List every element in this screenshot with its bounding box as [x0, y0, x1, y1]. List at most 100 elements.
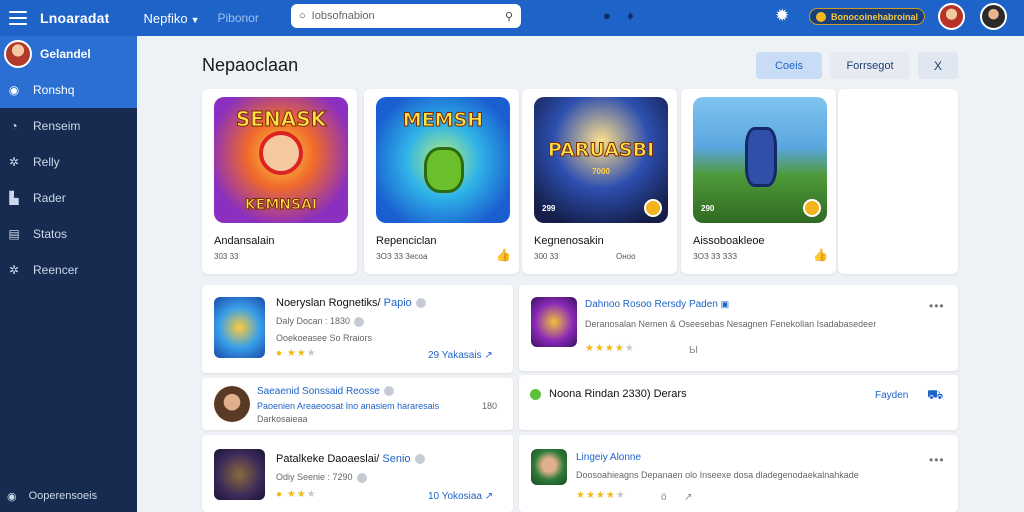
feed-count-link[interactable]: 29 Yakasais ↗	[428, 350, 493, 361]
gear-icon[interactable]: ✹	[775, 6, 789, 26]
menu-icon[interactable]	[9, 11, 27, 25]
game-title: Repenciclan	[376, 235, 437, 247]
search-input[interactable]	[311, 10, 505, 22]
feed-count-link[interactable]: 10 Yokosiaa ↗	[428, 491, 493, 502]
feed-title[interactable]: Dahnoo Rosoo Rersdy Paden ▣	[585, 299, 729, 310]
feed-subtitle-2: Darkosaieaa	[257, 414, 308, 424]
sidebar-item-label: Renseim	[33, 119, 81, 133]
search-icon: ○	[299, 10, 306, 22]
game-logo-text: MEMSH	[402, 109, 484, 132]
user-avatar	[4, 40, 32, 68]
sidebar-item-statos[interactable]: ▤ Statos	[0, 216, 137, 252]
coin-icon	[644, 199, 662, 217]
sidebar-item-reencer[interactable]: ✲ Reencer	[0, 252, 137, 288]
feed-title[interactable]: Lingeiy Alonne	[576, 452, 641, 463]
sidebar-item-renseim[interactable]: ◔ Renseim	[0, 108, 137, 144]
nav-dropdown[interactable]: Nepfiko ▼	[143, 11, 199, 26]
feed-thumbnail	[214, 449, 265, 500]
game-card[interactable]: PARUASBI 7000 299 Kegnenosakin 300 33 Он…	[522, 89, 677, 274]
nav-link[interactable]: Pibonor	[217, 11, 258, 25]
feed-card[interactable]: Patalkeke Daoaeslai/ Senio Odiy Seenie :…	[202, 435, 513, 512]
cart-icon[interactable]: ⛟	[927, 387, 943, 405]
sidebar: Gelandel ◉ Ronshq ◔ Renseim ✲ Relly ▙ Ra…	[0, 36, 137, 512]
game-cover-image: PARUASBI 7000 299	[534, 97, 668, 223]
feed-title[interactable]: Patalkeke Daoaeslai/ Senio	[276, 453, 425, 465]
game-meta: ЗОЗ 33 Зесоа	[376, 252, 428, 261]
link-icon: ▣	[720, 299, 730, 309]
sidebar-item-label: Ronshq	[33, 83, 75, 97]
feed-thumbnail	[531, 297, 577, 347]
search-submit-icon[interactable]: ⚲	[505, 10, 513, 23]
avatar[interactable]	[938, 3, 965, 30]
pin-icon[interactable]: ♦	[627, 8, 634, 23]
game-cover-image: SENASK KEMNSAI	[214, 97, 348, 223]
game-card[interactable]: 290 Aissoboakleoe ЗОЗ 3З ЗЗЗ 👍	[681, 89, 836, 274]
sidebar-item-rader[interactable]: ▙ Rader	[0, 180, 137, 216]
game-logo-text: SENASK	[235, 107, 327, 132]
chevron-down-icon: ▼	[190, 14, 200, 25]
coins-badge[interactable]: Bonocoinehabroinal	[809, 8, 925, 25]
game-badge: 290	[701, 204, 715, 213]
info-icon	[383, 386, 394, 397]
game-card[interactable]: MEMSH Repenciclan ЗОЗ 33 Зесоа 👍	[364, 89, 519, 274]
user-circle-icon: ◉	[7, 490, 17, 503]
feed-subtitle: Daly Docan : 1830	[276, 316, 365, 327]
feed-description: Doosoahieagns Depanaen olo Inseexe dosa …	[576, 470, 859, 480]
thumbs-up-icon[interactable]: 👍	[813, 248, 828, 262]
feed-card[interactable]: Lingeiy Alonne Doosoahieagns Depanaen ol…	[519, 435, 958, 512]
game-card[interactable]: SENASK KEMNSAI Andansalain 303 33	[202, 89, 357, 274]
rating-stars: ● ★★★	[276, 348, 317, 359]
share-icon[interactable]: ↗	[684, 492, 692, 503]
coin-icon	[816, 11, 826, 22]
sidebar-bottom-item[interactable]: ◉ Ooperensoeis	[0, 480, 137, 512]
avatar-secondary[interactable]	[980, 3, 1007, 30]
nav-dropdown-label: Nepfiko	[143, 10, 188, 26]
feed-title[interactable]: Noeryslan Rognetiks/ Papio	[276, 297, 426, 309]
rating-stars: ★★★★★	[576, 490, 626, 501]
game-meta: ЗОЗ 3З ЗЗЗ	[693, 252, 738, 261]
feed-card[interactable]: Saeaenid Sonssaid Reosse Paoenien Areaeo…	[202, 378, 513, 430]
primary-button[interactable]: Coeis	[756, 52, 822, 79]
sidebar-item-relly[interactable]: ✲ Relly	[0, 144, 137, 180]
feed-subtitle-2: Ooekoeasee So Rraiors	[276, 333, 373, 343]
sidebar-user[interactable]: Gelandel	[0, 36, 137, 72]
feed-title: Noona Rindan 2330) Derars	[549, 388, 687, 400]
feed-subtitle: Paoenien Areaeoosat Ino anasiem hararesa…	[257, 401, 440, 411]
feed-count: 180	[482, 401, 498, 411]
calendar-icon: ▤	[8, 227, 20, 241]
game-logo-subtitle: KEMNSAI	[244, 197, 318, 214]
feed-title[interactable]: Saeaenid Sonssaid Reosse	[257, 386, 394, 397]
rating-stars: ★★★★★	[585, 343, 635, 354]
brand-logo[interactable]: Lnoaradat	[40, 10, 109, 26]
hero-character	[259, 131, 303, 175]
page-title: Nepaoclaan	[202, 55, 299, 75]
feed-card[interactable]: Dahnoo Rosoo Rersdy Paden ▣ Deranosalan …	[519, 285, 958, 371]
sidebar-item-ronshq[interactable]: ◉ Ronshq	[0, 72, 137, 108]
sidebar-item-label: Rader	[33, 191, 66, 205]
location-icon[interactable]: ●	[603, 8, 611, 23]
thumbs-up-icon[interactable]: 👍	[496, 248, 511, 262]
sidebar-item-label: Reencer	[33, 263, 79, 277]
feed-thumbnail	[531, 449, 567, 485]
more-options-icon[interactable]: •••	[929, 299, 945, 313]
close-button[interactable]: X	[918, 52, 958, 79]
game-badge: 299	[542, 204, 556, 213]
game-cover-image: MEMSH	[376, 97, 510, 223]
bag-icon: ▙	[9, 191, 19, 205]
feed-card[interactable]: Noona Rindan 2330) Derars Fayden ⛟	[519, 375, 958, 430]
feed-link[interactable]: Fayden	[875, 390, 908, 401]
search-bar[interactable]: ○ ⚲	[291, 4, 521, 28]
feed-description: Deranosalan Nemen & Oseesebas Nesagnen F…	[585, 319, 877, 329]
monster-character	[424, 147, 464, 193]
coins-label: Bonocoinehabroinal	[830, 11, 918, 22]
feed-card[interactable]: Noeryslan Rognetiks/ Papio Daly Docan : …	[202, 285, 513, 373]
game-title: Kegnenosakin	[534, 235, 604, 247]
sidebar-item-label: Relly	[33, 155, 60, 169]
feed-subtitle: Odiy Seenie : 7290	[276, 472, 367, 483]
rating-stars: ● ★★★	[276, 489, 317, 500]
secondary-button[interactable]: Forrsegot	[830, 52, 910, 79]
feed-thumbnail	[214, 297, 265, 358]
gamepad-icon: ◉	[8, 83, 20, 97]
feed-count: Ы	[689, 345, 698, 356]
more-options-icon[interactable]: •••	[929, 453, 945, 467]
